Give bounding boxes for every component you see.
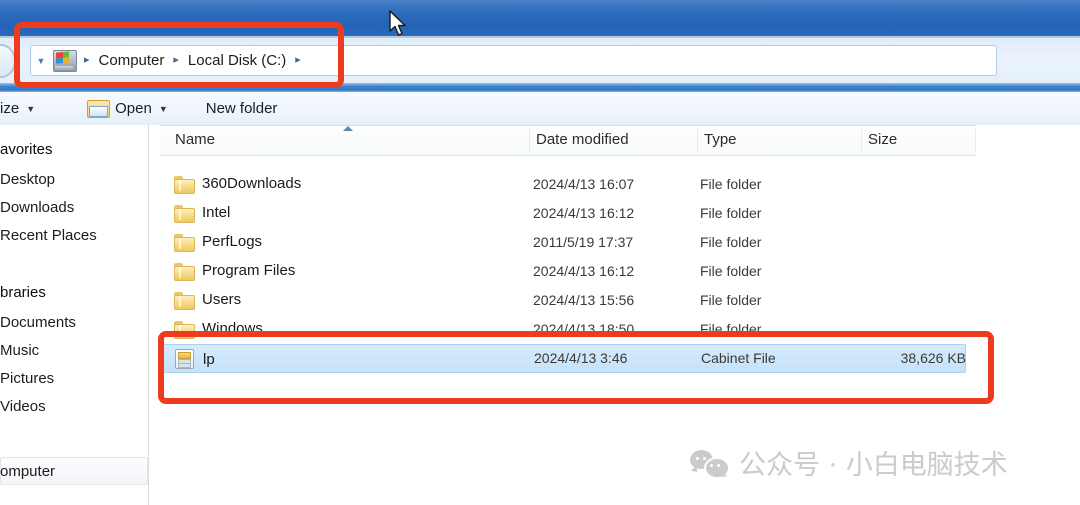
title-bar-gloss — [0, 0, 1080, 14]
mouse-pointer-icon — [389, 10, 406, 36]
file-date-cell: 2024/4/13 15:56 — [533, 292, 635, 308]
table-row[interactable]: Intel 2024/4/13 16:12 File folder — [160, 200, 995, 229]
navigation-pane: avorites Desktop Downloads Recent Places… — [0, 125, 148, 505]
file-name-cell: PerfLogs — [174, 233, 263, 252]
chevron-down-icon: ▼ — [26, 103, 36, 114]
toolbar-top-band — [0, 83, 1080, 92]
file-name-label: Intel — [202, 204, 231, 221]
folder-icon — [174, 320, 195, 339]
sidebar-item-videos[interactable]: Videos — [0, 394, 46, 418]
chevron-down-icon: ▼ — [158, 103, 168, 114]
watermark-text: 公众号 · 小白电脑技术 — [739, 450, 1008, 481]
file-size-cell: 38,626 KB — [900, 350, 966, 366]
file-type-cell: File folder — [700, 234, 762, 250]
watermark: 公众号 · 小白电脑技术 — [690, 443, 1008, 482]
file-date-cell: 2024/4/13 16:12 — [533, 205, 635, 221]
sort-ascending-indicator — [343, 126, 353, 131]
table-row-selected[interactable]: lp 2024/4/13 3:46 Cabinet File 38,626 KB — [160, 344, 966, 373]
file-type-cell: File folder — [700, 321, 762, 337]
breadcrumb-separator-0: ▸ — [84, 54, 90, 66]
breadcrumb-computer[interactable]: Computer — [97, 50, 167, 71]
column-divider-size-end[interactable] — [975, 129, 976, 152]
file-date-cell: 2011/5/19 17:37 — [533, 234, 634, 250]
file-name-cell: Windows — [174, 320, 263, 339]
sidebar-group-favorites[interactable]: avorites — [0, 137, 53, 161]
file-name-label: 360Downloads — [202, 175, 302, 192]
folder-icon — [174, 291, 195, 310]
wechat-icon — [690, 449, 730, 480]
file-type-cell: File folder — [700, 205, 762, 221]
file-name-cell: 360Downloads — [174, 175, 302, 194]
window-title-bar — [0, 0, 1080, 38]
new-folder-button[interactable]: New folder — [206, 96, 278, 122]
file-type-cell: File folder — [700, 176, 762, 192]
file-date-cell: 2024/4/13 16:07 — [533, 176, 635, 192]
file-date-cell: 2024/4/13 18:50 — [533, 321, 635, 337]
address-bar[interactable]: ▼ ▸ Computer ▸ Local Disk (C:) ▸ — [30, 45, 997, 76]
file-name-cell: Intel — [174, 204, 231, 223]
sidebar-item-documents[interactable]: Documents — [0, 310, 76, 334]
sidebar-item-pictures[interactable]: Pictures — [0, 366, 54, 390]
table-row[interactable]: Users 2024/4/13 15:56 File folder — [160, 287, 995, 316]
column-header-type[interactable]: Type — [704, 131, 737, 148]
organize-button[interactable]: ize ▼ — [0, 96, 35, 122]
file-date-cell: 2024/4/13 3:46 — [534, 350, 628, 366]
file-name-label: Users — [202, 291, 242, 308]
folder-icon — [174, 204, 195, 223]
sidebar-item-computer[interactable]: omputer — [0, 459, 55, 483]
column-header-date-modified[interactable]: Date modified — [536, 131, 629, 148]
file-name-cell: Users — [174, 291, 242, 310]
column-header-size[interactable]: Size — [868, 131, 897, 148]
sidebar-item-desktop[interactable]: Desktop — [0, 167, 55, 191]
sidebar-group-libraries[interactable]: braries — [0, 280, 46, 304]
breadcrumb-separator-1: ▸ — [173, 54, 179, 66]
open-folder-icon — [87, 100, 111, 118]
open-label: Open — [115, 100, 152, 117]
column-header-name[interactable]: Name — [175, 131, 215, 148]
table-row[interactable]: 360Downloads 2024/4/13 16:07 File folder — [160, 171, 995, 200]
sidebar-item-downloads[interactable]: Downloads — [0, 195, 74, 219]
sidebar-item-music[interactable]: Music — [0, 338, 39, 362]
cabinet-file-icon — [175, 349, 194, 369]
table-row[interactable]: Windows 2024/4/13 18:50 File folder — [160, 316, 995, 345]
column-divider-name-date[interactable] — [529, 129, 530, 152]
column-divider-date-type[interactable] — [697, 129, 698, 152]
file-name-cell: Program Files — [174, 262, 296, 281]
computer-drive-icon — [53, 49, 77, 72]
file-name-label: Windows — [202, 320, 263, 337]
folder-icon — [174, 233, 195, 252]
folder-icon — [174, 262, 195, 281]
navigation-pane-divider[interactable] — [148, 125, 149, 505]
column-divider-type-size[interactable] — [861, 129, 862, 152]
column-header-bottom-border — [160, 155, 976, 156]
file-name-label: Program Files — [202, 262, 296, 279]
file-name-label: lp — [203, 350, 215, 368]
table-row[interactable]: Program Files 2024/4/13 16:12 File folde… — [160, 258, 995, 287]
sidebar-item-recent-places[interactable]: Recent Places — [0, 223, 97, 247]
file-name-cell: lp — [175, 349, 215, 369]
new-folder-label: New folder — [205, 100, 278, 117]
open-button[interactable]: Open ▼ — [87, 96, 168, 122]
file-type-cell: File folder — [700, 292, 762, 308]
breadcrumb-separator-2[interactable]: ▸ — [288, 55, 308, 66]
file-type-cell: Cabinet File — [701, 350, 776, 366]
command-toolbar: ize ▼ Open ▼ New folder — [0, 92, 1080, 125]
file-date-cell: 2024/4/13 16:12 — [533, 263, 635, 279]
organize-label: ize — [0, 100, 20, 117]
folder-icon — [174, 175, 195, 194]
file-type-cell: File folder — [700, 263, 762, 279]
file-name-label: PerfLogs — [202, 233, 263, 250]
explorer-window: ▼ ▸ Computer ▸ Local Disk (C:) ▸ ize ▼ O… — [0, 0, 1080, 505]
chevron-down-icon[interactable]: ▼ — [31, 56, 51, 66]
breadcrumb-local-disk-c[interactable]: Local Disk (C:) — [186, 50, 288, 71]
table-row[interactable]: PerfLogs 2011/5/19 17:37 File folder — [160, 229, 995, 258]
